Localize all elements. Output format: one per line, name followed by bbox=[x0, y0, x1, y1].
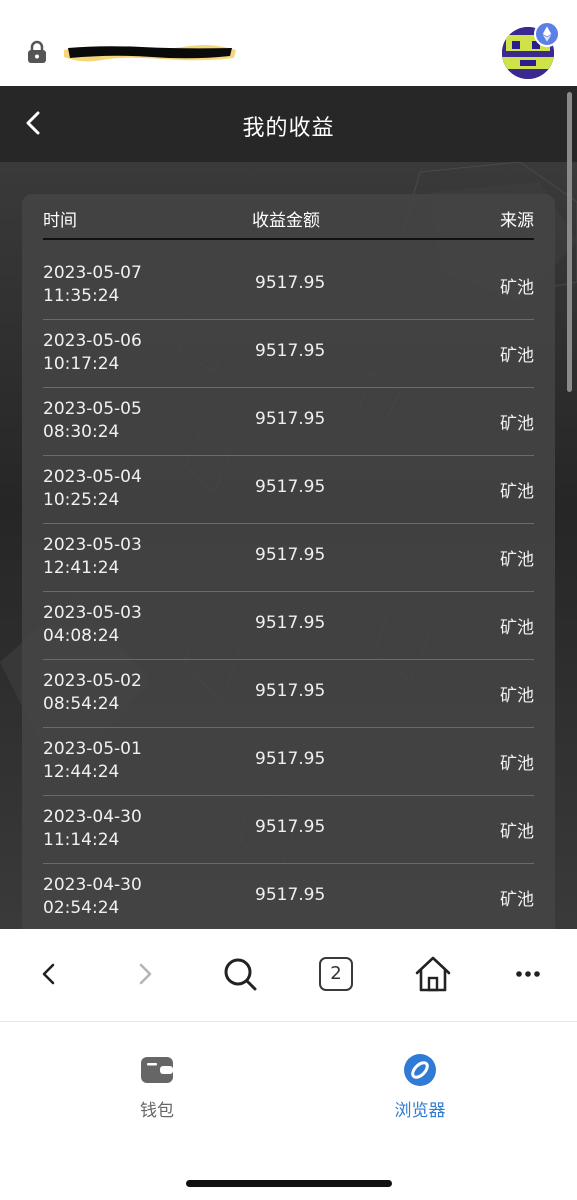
row-date: 2023-05-03 bbox=[43, 603, 142, 623]
row-time: 11:35:24 bbox=[43, 286, 120, 306]
row-source: 矿池 bbox=[500, 822, 534, 842]
row-amount: 9517.95 bbox=[255, 613, 326, 633]
table-row: 2023-05-03 12:41:24 9517.95 矿池 bbox=[43, 524, 534, 592]
row-source: 矿池 bbox=[500, 890, 534, 910]
row-date: 2023-04-30 bbox=[43, 875, 142, 895]
tabs-icon[interactable]: 2 bbox=[319, 957, 365, 1003]
row-date: 2023-04-30 bbox=[43, 807, 142, 827]
search-icon[interactable] bbox=[217, 951, 263, 997]
row-amount: 9517.95 bbox=[255, 749, 326, 769]
table-row: 2023-05-05 08:30:24 9517.95 矿池 bbox=[43, 388, 534, 456]
row-date: 2023-05-04 bbox=[43, 467, 142, 487]
tab-wallet[interactable]: 钱包 bbox=[97, 1054, 217, 1124]
row-date: 2023-05-01 bbox=[43, 739, 142, 759]
browser-toolbar: 2 bbox=[0, 929, 577, 1022]
bottom-tab-bar: 钱包 浏览器 bbox=[0, 1022, 577, 1200]
column-header-amount: 收益金额 bbox=[252, 211, 320, 231]
header-divider bbox=[43, 238, 534, 240]
row-time: 12:41:24 bbox=[43, 558, 120, 578]
row-source: 矿池 bbox=[500, 686, 534, 706]
row-source: 矿池 bbox=[500, 346, 534, 366]
table-row: 2023-04-30 11:14:24 9517.95 矿池 bbox=[43, 796, 534, 864]
row-date: 2023-05-06 bbox=[43, 331, 142, 351]
row-source: 矿池 bbox=[500, 482, 534, 502]
row-time: 08:54:24 bbox=[43, 694, 120, 714]
table-row: 2023-05-02 08:54:24 9517.95 矿池 bbox=[43, 660, 534, 728]
more-icon[interactable] bbox=[505, 951, 551, 997]
back-arrow-icon[interactable] bbox=[28, 951, 74, 997]
page-header: 我的收益 bbox=[0, 86, 577, 162]
table-row: 2023-04-30 02:54:24 9517.95 矿池 bbox=[43, 864, 534, 929]
page-title: 我的收益 bbox=[242, 116, 335, 141]
row-source: 矿池 bbox=[500, 414, 534, 434]
row-source: 矿池 bbox=[500, 618, 534, 638]
forward-arrow-icon[interactable] bbox=[122, 951, 168, 997]
tab-browser[interactable]: 浏览器 bbox=[360, 1054, 480, 1124]
tab-label: 浏览器 bbox=[394, 1101, 446, 1121]
row-time: 11:14:24 bbox=[43, 830, 120, 850]
row-date: 2023-05-03 bbox=[43, 535, 142, 555]
home-indicator bbox=[186, 1180, 392, 1187]
row-time: 10:25:24 bbox=[43, 490, 120, 510]
row-time: 02:54:24 bbox=[43, 898, 120, 918]
app-screen: 我的收益 时间 收益金额 来源 2023-05-07 11:35:24 9517.… bbox=[0, 0, 577, 1200]
row-time: 08:30:24 bbox=[43, 422, 120, 442]
table-row: 2023-05-07 11:35:24 9517.95 矿池 bbox=[43, 252, 534, 320]
table-row: 2023-05-03 04:08:24 9517.95 矿池 bbox=[43, 592, 534, 660]
url-bar bbox=[0, 0, 577, 86]
row-amount: 9517.95 bbox=[255, 885, 326, 905]
row-time: 12:44:24 bbox=[43, 762, 120, 782]
row-time: 04:08:24 bbox=[43, 626, 120, 646]
home-icon[interactable] bbox=[410, 951, 456, 997]
row-time: 10:17:24 bbox=[43, 354, 120, 374]
row-amount: 9517.95 bbox=[255, 545, 326, 565]
web-content: 我的收益 时间 收益金额 来源 2023-05-07 11:35:24 9517.… bbox=[0, 86, 577, 929]
row-source: 矿池 bbox=[500, 550, 534, 570]
row-amount: 9517.95 bbox=[255, 341, 326, 361]
redacted-url-mark bbox=[64, 45, 236, 62]
column-header-source: 来源 bbox=[500, 211, 534, 231]
row-source: 矿池 bbox=[500, 754, 534, 774]
table-row: 2023-05-01 12:44:24 9517.95 矿池 bbox=[43, 728, 534, 796]
row-date: 2023-05-05 bbox=[43, 399, 142, 419]
ethereum-icon bbox=[534, 21, 560, 47]
row-amount: 9517.95 bbox=[255, 817, 326, 837]
compass-icon bbox=[404, 1054, 436, 1086]
column-header-time: 时间 bbox=[43, 211, 77, 231]
scrollbar[interactable] bbox=[567, 92, 572, 392]
row-amount: 9517.95 bbox=[255, 477, 326, 497]
row-amount: 9517.95 bbox=[255, 681, 326, 701]
row-date: 2023-05-07 bbox=[43, 263, 142, 283]
tab-label: 钱包 bbox=[140, 1101, 174, 1121]
table-row: 2023-05-06 10:17:24 9517.95 矿池 bbox=[43, 320, 534, 388]
row-amount: 9517.95 bbox=[255, 409, 326, 429]
row-amount: 9517.95 bbox=[255, 273, 326, 293]
row-date: 2023-05-02 bbox=[43, 671, 142, 691]
lock-icon bbox=[28, 40, 46, 63]
table-row: 2023-05-04 10:25:24 9517.95 矿池 bbox=[43, 456, 534, 524]
row-source: 矿池 bbox=[500, 278, 534, 298]
wallet-icon bbox=[141, 1057, 173, 1083]
tab-count: 2 bbox=[319, 957, 353, 991]
